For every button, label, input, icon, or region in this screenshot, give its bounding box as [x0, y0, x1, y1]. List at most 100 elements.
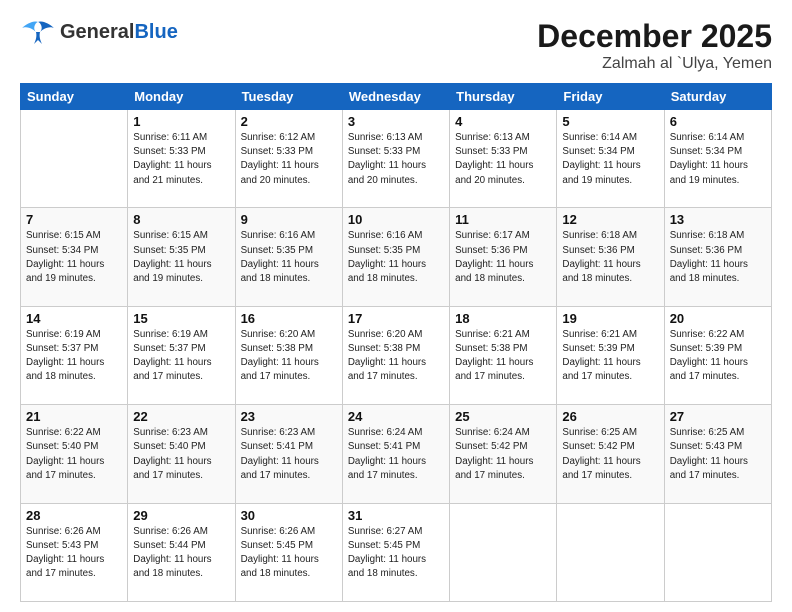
day-number: 4: [455, 114, 551, 129]
cell-info: Sunrise: 6:22 AMSunset: 5:40 PMDaylight:…: [26, 426, 122, 483]
day-number: 17: [348, 311, 444, 326]
day-number: 8: [133, 212, 229, 227]
day-number: 11: [455, 212, 551, 227]
day-number: 15: [133, 311, 229, 326]
week-row-3: 14 Sunrise: 6:19 AMSunset: 5:37 PMDayligh…: [21, 306, 772, 404]
calendar-cell: 28 Sunrise: 6:26 AMSunset: 5:43 PMDayligh…: [21, 503, 128, 601]
logo-general: General: [60, 21, 134, 43]
cell-info: Sunrise: 6:15 AMSunset: 5:35 PMDaylight:…: [133, 229, 229, 286]
day-number: 19: [562, 311, 658, 326]
cell-info: Sunrise: 6:17 AMSunset: 5:36 PMDaylight:…: [455, 229, 551, 286]
day-number: 22: [133, 409, 229, 424]
calendar-table: SundayMondayTuesdayWednesdayThursdayFrid…: [20, 83, 772, 602]
day-number: 12: [562, 212, 658, 227]
weekday-tuesday: Tuesday: [235, 84, 342, 110]
weekday-saturday: Saturday: [664, 84, 771, 110]
week-row-4: 21 Sunrise: 6:22 AMSunset: 5:40 PMDayligh…: [21, 405, 772, 503]
cell-info: Sunrise: 6:25 AMSunset: 5:43 PMDaylight:…: [670, 426, 766, 483]
month-title: December 2025: [537, 18, 772, 55]
cell-info: Sunrise: 6:19 AMSunset: 5:37 PMDaylight:…: [26, 328, 122, 385]
calendar-cell: 15 Sunrise: 6:19 AMSunset: 5:37 PMDayligh…: [128, 306, 235, 404]
calendar-cell: 10 Sunrise: 6:16 AMSunset: 5:35 PMDayligh…: [342, 208, 449, 306]
calendar-cell: [664, 503, 771, 601]
day-number: 21: [26, 409, 122, 424]
logo-bird-icon: [20, 18, 56, 46]
weekday-wednesday: Wednesday: [342, 84, 449, 110]
title-section: December 2025 Zalmah al `Ulya, Yemen: [537, 18, 772, 73]
calendar-cell: 18Sunrise: 6:21 AMSunset: 5:38 PMDayligh…: [450, 306, 557, 404]
cell-info: Sunrise: 6:25 AMSunset: 5:42 PMDaylight:…: [562, 426, 658, 483]
calendar-cell: 22 Sunrise: 6:23 AMSunset: 5:40 PMDayligh…: [128, 405, 235, 503]
day-number: 31: [348, 508, 444, 523]
day-number: 2: [241, 114, 337, 129]
day-number: 28: [26, 508, 122, 523]
calendar-cell: 13Sunrise: 6:18 AMSunset: 5:36 PMDayligh…: [664, 208, 771, 306]
cell-info: Sunrise: 6:21 AMSunset: 5:39 PMDaylight:…: [562, 328, 658, 385]
calendar-cell: [450, 503, 557, 601]
calendar-cell: 3 Sunrise: 6:13 AMSunset: 5:33 PMDaylight…: [342, 110, 449, 208]
weekday-header-row: SundayMondayTuesdayWednesdayThursdayFrid…: [21, 84, 772, 110]
calendar-cell: 30 Sunrise: 6:26 AMSunset: 5:45 PMDayligh…: [235, 503, 342, 601]
calendar-cell: 6Sunrise: 6:14 AMSunset: 5:34 PMDaylight…: [664, 110, 771, 208]
calendar-cell: 5Sunrise: 6:14 AMSunset: 5:34 PMDaylight…: [557, 110, 664, 208]
calendar-cell: 1Sunrise: 6:11 AMSunset: 5:33 PMDaylight…: [128, 110, 235, 208]
cell-info: Sunrise: 6:13 AMSunset: 5:33 PMDaylight:…: [348, 131, 444, 188]
weekday-monday: Monday: [128, 84, 235, 110]
week-row-2: 7Sunrise: 6:15 AMSunset: 5:34 PMDaylight…: [21, 208, 772, 306]
calendar-cell: [557, 503, 664, 601]
cell-info: Sunrise: 6:20 AMSunset: 5:38 PMDaylight:…: [348, 328, 444, 385]
calendar-cell: 12Sunrise: 6:18 AMSunset: 5:36 PMDayligh…: [557, 208, 664, 306]
day-number: 29: [133, 508, 229, 523]
calendar-cell: 8 Sunrise: 6:15 AMSunset: 5:35 PMDaylight…: [128, 208, 235, 306]
location-title: Zalmah al `Ulya, Yemen: [537, 55, 772, 73]
day-number: 6: [670, 114, 766, 129]
logo: GeneralBlue: [20, 18, 178, 46]
day-number: 14: [26, 311, 122, 326]
day-number: 24: [348, 409, 444, 424]
cell-info: Sunrise: 6:27 AMSunset: 5:45 PMDaylight:…: [348, 525, 444, 582]
calendar-cell: 26Sunrise: 6:25 AMSunset: 5:42 PMDayligh…: [557, 405, 664, 503]
cell-info: Sunrise: 6:12 AMSunset: 5:33 PMDaylight:…: [241, 131, 337, 188]
calendar-cell: 23Sunrise: 6:23 AMSunset: 5:41 PMDayligh…: [235, 405, 342, 503]
calendar-cell: 17 Sunrise: 6:20 AMSunset: 5:38 PMDayligh…: [342, 306, 449, 404]
day-number: 10: [348, 212, 444, 227]
cell-info: Sunrise: 6:14 AMSunset: 5:34 PMDaylight:…: [562, 131, 658, 188]
calendar-cell: 9Sunrise: 6:16 AMSunset: 5:35 PMDaylight…: [235, 208, 342, 306]
calendar-cell: 2 Sunrise: 6:12 AMSunset: 5:33 PMDaylight…: [235, 110, 342, 208]
calendar-cell: [21, 110, 128, 208]
day-number: 25: [455, 409, 551, 424]
day-number: 1: [133, 114, 229, 129]
day-number: 30: [241, 508, 337, 523]
calendar-cell: 25 Sunrise: 6:24 AMSunset: 5:42 PMDayligh…: [450, 405, 557, 503]
calendar-cell: 21 Sunrise: 6:22 AMSunset: 5:40 PMDayligh…: [21, 405, 128, 503]
header: GeneralBlue December 2025 Zalmah al `Uly…: [20, 18, 772, 73]
calendar-cell: 24 Sunrise: 6:24 AMSunset: 5:41 PMDayligh…: [342, 405, 449, 503]
calendar-cell: 31 Sunrise: 6:27 AMSunset: 5:45 PMDayligh…: [342, 503, 449, 601]
calendar-cell: 20Sunrise: 6:22 AMSunset: 5:39 PMDayligh…: [664, 306, 771, 404]
week-row-5: 28 Sunrise: 6:26 AMSunset: 5:43 PMDayligh…: [21, 503, 772, 601]
weekday-friday: Friday: [557, 84, 664, 110]
calendar-cell: 19 Sunrise: 6:21 AMSunset: 5:39 PMDayligh…: [557, 306, 664, 404]
weekday-sunday: Sunday: [21, 84, 128, 110]
cell-info: Sunrise: 6:19 AMSunset: 5:37 PMDaylight:…: [133, 328, 229, 385]
day-number: 16: [241, 311, 337, 326]
logo-blue: Blue: [134, 21, 177, 43]
calendar-cell: 11 Sunrise: 6:17 AMSunset: 5:36 PMDayligh…: [450, 208, 557, 306]
cell-info: Sunrise: 6:22 AMSunset: 5:39 PMDaylight:…: [670, 328, 766, 385]
cell-info: Sunrise: 6:26 AMSunset: 5:43 PMDaylight:…: [26, 525, 122, 582]
cell-info: Sunrise: 6:16 AMSunset: 5:35 PMDaylight:…: [348, 229, 444, 286]
weekday-thursday: Thursday: [450, 84, 557, 110]
calendar-cell: 7Sunrise: 6:15 AMSunset: 5:34 PMDaylight…: [21, 208, 128, 306]
cell-info: Sunrise: 6:20 AMSunset: 5:38 PMDaylight:…: [241, 328, 337, 385]
day-number: 9: [241, 212, 337, 227]
calendar-cell: 16 Sunrise: 6:20 AMSunset: 5:38 PMDayligh…: [235, 306, 342, 404]
day-number: 3: [348, 114, 444, 129]
calendar-cell: 29Sunrise: 6:26 AMSunset: 5:44 PMDayligh…: [128, 503, 235, 601]
cell-info: Sunrise: 6:23 AMSunset: 5:40 PMDaylight:…: [133, 426, 229, 483]
cell-info: Sunrise: 6:13 AMSunset: 5:33 PMDaylight:…: [455, 131, 551, 188]
cell-info: Sunrise: 6:21 AMSunset: 5:38 PMDaylight:…: [455, 328, 551, 385]
day-number: 27: [670, 409, 766, 424]
cell-info: Sunrise: 6:26 AMSunset: 5:45 PMDaylight:…: [241, 525, 337, 582]
cell-info: Sunrise: 6:24 AMSunset: 5:42 PMDaylight:…: [455, 426, 551, 483]
cell-info: Sunrise: 6:24 AMSunset: 5:41 PMDaylight:…: [348, 426, 444, 483]
